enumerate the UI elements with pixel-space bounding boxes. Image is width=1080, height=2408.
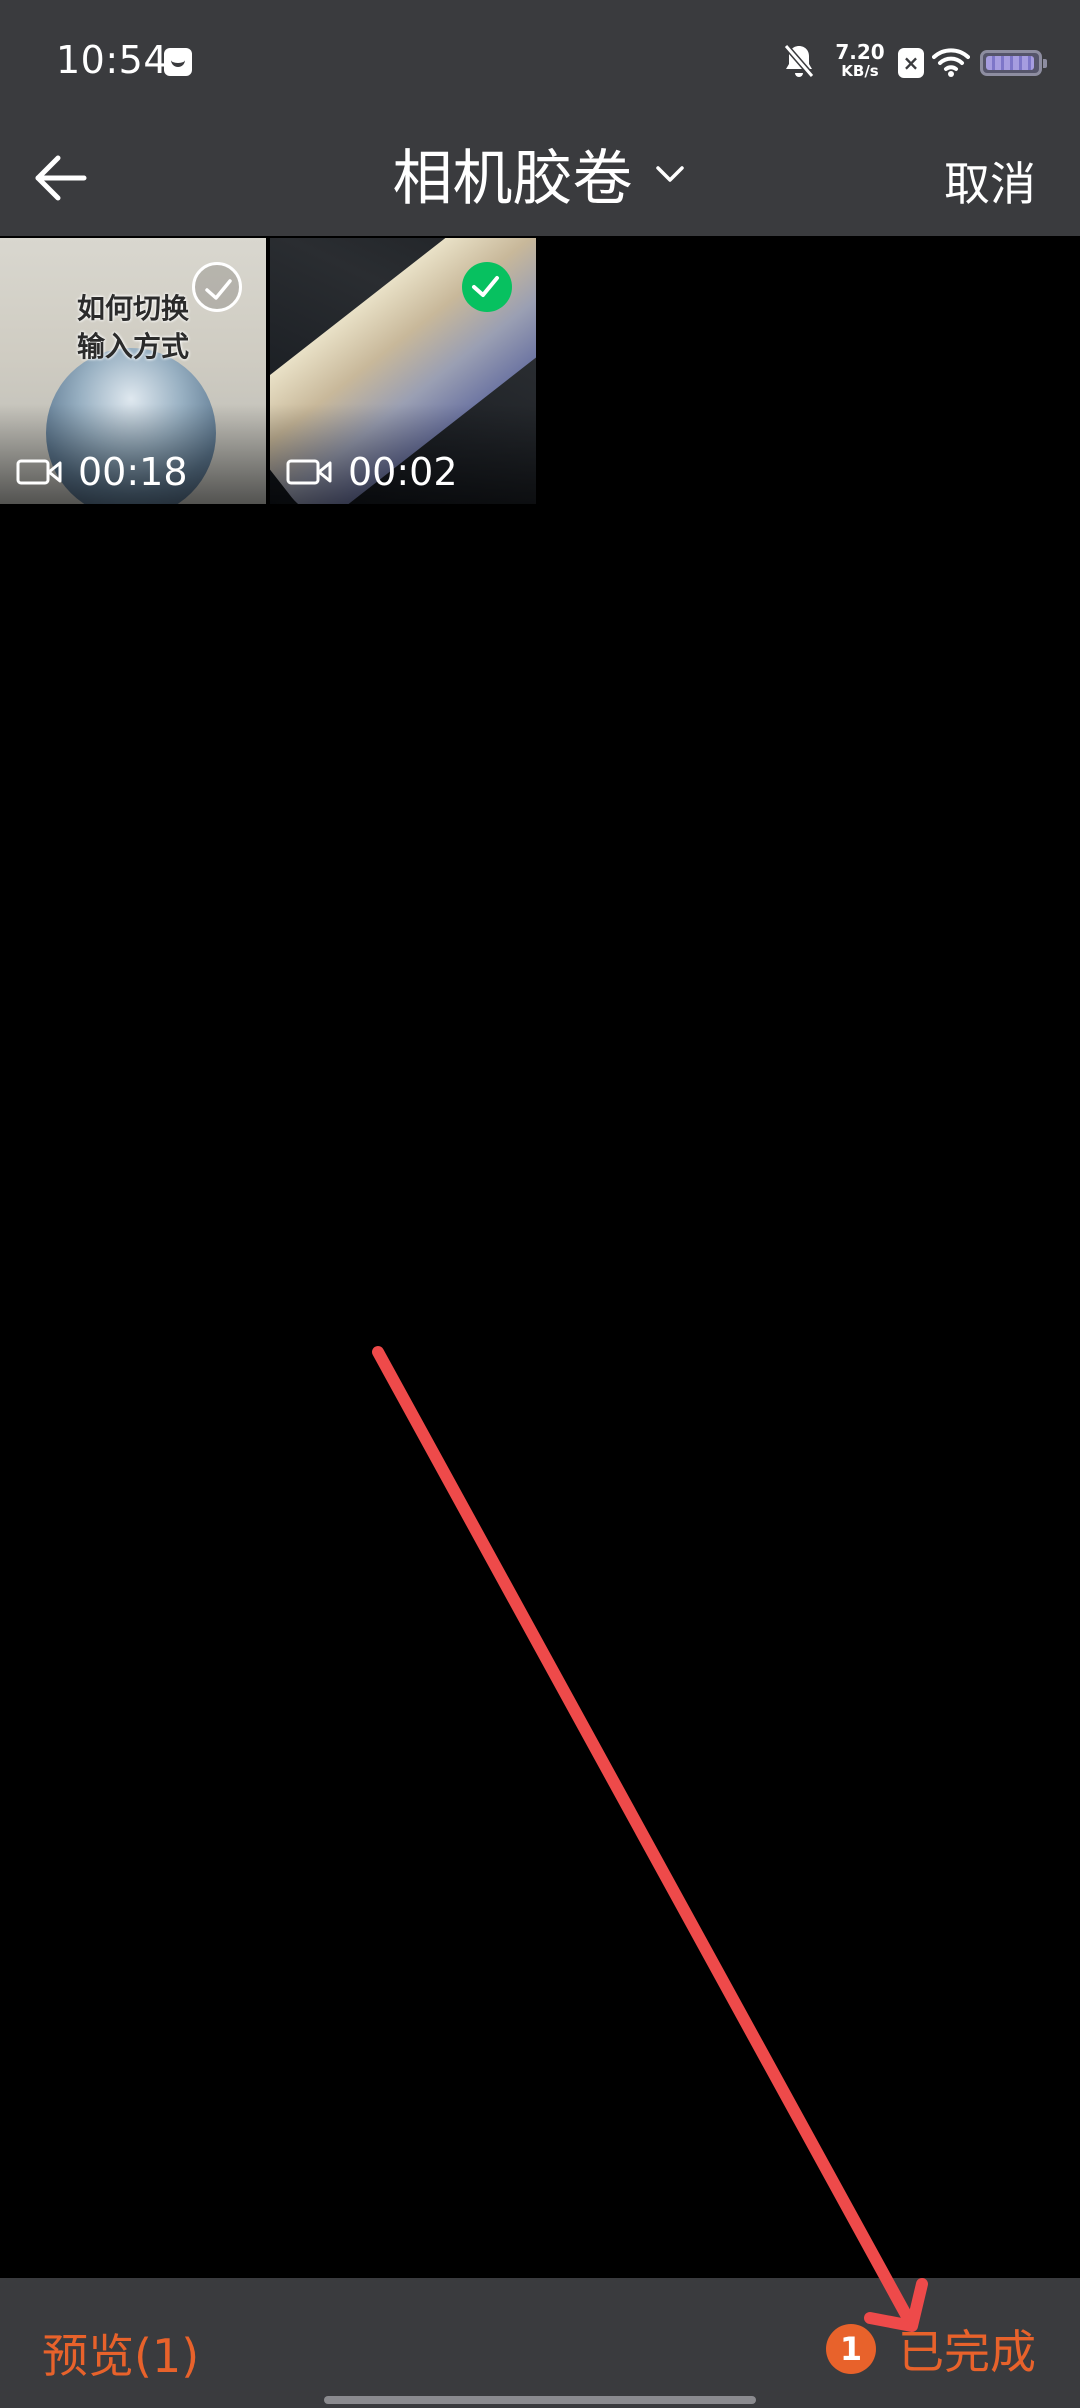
app-header: 相机胶卷 取消 bbox=[0, 120, 1080, 236]
status-icons: 7.20 KB/s × bbox=[740, 0, 1080, 120]
photo-picker-screen: 10:54 7.20 KB/s × 相机胶卷 取消 如何切换 输入方式 00:1… bbox=[0, 0, 1080, 2408]
wifi-icon bbox=[932, 48, 970, 77]
done-button[interactable]: 1 已完成 bbox=[826, 2316, 1036, 2382]
video-camera-icon bbox=[286, 459, 332, 485]
media-item-video-2[interactable]: 00:02 bbox=[270, 238, 536, 504]
status-time: 10:54 bbox=[56, 38, 169, 82]
check-icon bbox=[472, 276, 499, 297]
thumbnail-caption-line-2: 输入方式 bbox=[76, 330, 189, 363]
done-label: 已完成 bbox=[898, 2325, 1036, 2379]
status-bar: 10:54 7.20 KB/s × bbox=[0, 0, 1080, 120]
network-speed-value: 7.20 bbox=[835, 40, 885, 64]
home-indicator[interactable] bbox=[324, 2396, 756, 2404]
video-duration-text: 00:02 bbox=[348, 450, 458, 494]
video-duration: 00:18 bbox=[16, 450, 188, 494]
title-area: 相机胶卷 bbox=[0, 130, 1080, 217]
notification-icon bbox=[164, 48, 192, 76]
select-checkbox[interactable] bbox=[192, 262, 242, 312]
check-icon bbox=[205, 279, 232, 300]
x-app-icon: × bbox=[898, 48, 924, 78]
cancel-button[interactable]: 取消 bbox=[944, 148, 1036, 214]
select-checkbox-checked[interactable] bbox=[462, 262, 512, 312]
video-duration-text: 00:18 bbox=[78, 450, 188, 494]
media-item-video-1[interactable]: 如何切换 输入方式 00:18 bbox=[0, 238, 266, 504]
preview-button[interactable]: 预览(1) bbox=[42, 2320, 199, 2386]
video-duration: 00:02 bbox=[286, 450, 458, 494]
network-speed-unit: KB/s bbox=[841, 62, 879, 80]
album-title: 相机胶卷 bbox=[392, 144, 633, 214]
album-selector-button[interactable]: 相机胶卷 bbox=[392, 130, 687, 217]
selected-count-badge: 1 bbox=[826, 2324, 876, 2374]
chevron-down-icon bbox=[655, 165, 684, 182]
bottom-action-bar: 预览(1) 1 已完成 bbox=[0, 2278, 1080, 2408]
mute-bell-icon bbox=[783, 44, 815, 78]
video-camera-icon bbox=[16, 459, 62, 485]
network-speed: 7.20 KB/s bbox=[830, 42, 890, 79]
battery-icon bbox=[980, 50, 1047, 76]
